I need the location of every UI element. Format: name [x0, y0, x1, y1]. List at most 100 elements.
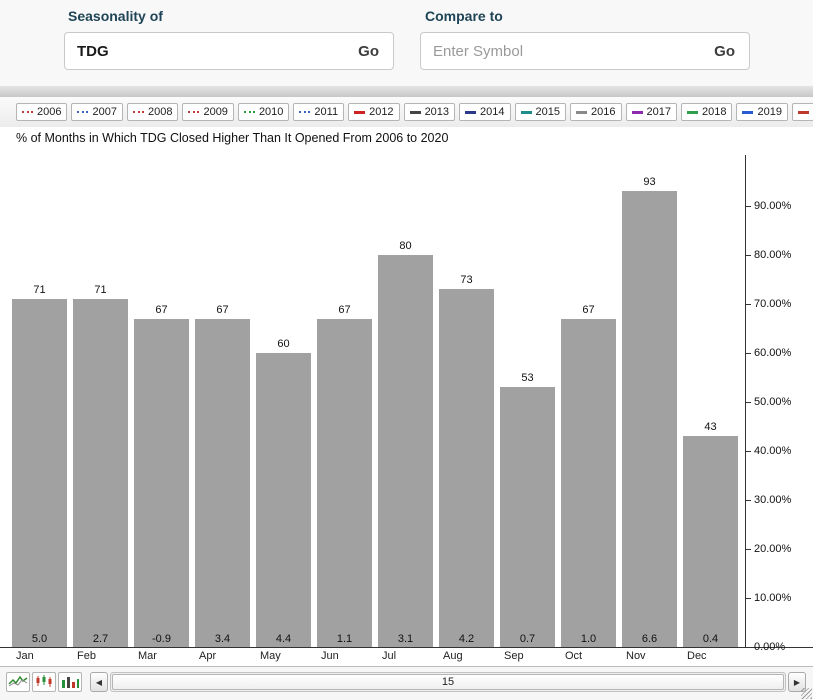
y-axis-label: 0.00% [754, 641, 785, 653]
scroll-left-button[interactable]: ◀ [90, 672, 108, 692]
legend-year-label: 2010 [259, 106, 283, 118]
bar-value-label: 71 [12, 284, 67, 296]
avg-change-label: 4.2 [439, 633, 494, 645]
solid-line-marker-icon [354, 111, 365, 114]
dotted-line-marker-icon [188, 111, 199, 113]
solid-line-marker-icon [742, 111, 753, 114]
bar-value-label: 67 [195, 304, 250, 316]
header-divider [0, 86, 813, 97]
bar-value-label: 80 [378, 240, 433, 252]
y-axis-label: 30.00% [754, 494, 791, 506]
line-chart-icon [8, 674, 28, 691]
resize-grip-icon[interactable] [801, 688, 812, 699]
bar-nov [622, 191, 677, 647]
bar-value-label: 60 [256, 338, 311, 350]
bar-may [256, 353, 311, 647]
chart-style-line-button[interactable] [6, 672, 30, 692]
right-arrow-icon: ▶ [794, 678, 800, 687]
solid-line-marker-icon [687, 111, 698, 114]
bar-value-label: 53 [500, 372, 555, 384]
solid-line-marker-icon [632, 111, 643, 114]
symbol-go-button[interactable]: Go [344, 43, 393, 60]
month-label-oct: Oct [565, 650, 582, 662]
dotted-line-marker-icon [22, 111, 33, 113]
legend-year-2008[interactable]: 2008 [127, 103, 178, 121]
legend-year-label: 2017 [647, 106, 671, 118]
avg-change-label: 1.1 [317, 633, 372, 645]
y-axis-label: 40.00% [754, 445, 791, 457]
avg-change-label: 6.6 [622, 633, 677, 645]
bar-value-label: 73 [439, 274, 494, 286]
solid-line-marker-icon [521, 111, 532, 114]
legend-year-2012[interactable]: 2012 [348, 103, 399, 121]
month-labels: JanFebMarAprMayJunJulAugSepOctNovDec [0, 650, 813, 664]
dotted-line-marker-icon [77, 111, 88, 113]
scroll-thumb[interactable]: 15 [112, 674, 784, 690]
candlestick-chart-icon [34, 674, 54, 691]
avg-change-label: 5.0 [12, 633, 67, 645]
bar-feb [73, 299, 128, 647]
chart-style-candlestick-button[interactable] [32, 672, 56, 692]
month-label-feb: Feb [77, 650, 96, 662]
bar-chart-icon [60, 674, 80, 691]
y-axis-label: 80.00% [754, 249, 791, 261]
bar-apr [195, 319, 250, 647]
legend-year-2018[interactable]: 2018 [681, 103, 732, 121]
bar-jan [12, 299, 67, 647]
scroll-track[interactable]: 15 [110, 672, 786, 692]
legend-year-label: 2007 [92, 106, 116, 118]
legend-year-label: 2019 [757, 106, 781, 118]
bar-jun [317, 319, 372, 647]
dotted-line-marker-icon [133, 111, 144, 113]
legend-year-label: 2014 [480, 106, 504, 118]
legend-year-2009[interactable]: 2009 [182, 103, 233, 121]
avg-change-label: 0.4 [683, 633, 738, 645]
compare-symbol-input[interactable] [421, 43, 700, 60]
chart-style-bar-button[interactable] [58, 672, 82, 692]
legend-year-2015[interactable]: 2015 [515, 103, 566, 121]
legend-year-label: 2015 [536, 106, 560, 118]
y-axis-tick [745, 353, 751, 354]
bar-value-label: 71 [73, 284, 128, 296]
legend-year-label: 2011 [314, 106, 338, 118]
legend-year-2010[interactable]: 2010 [238, 103, 289, 121]
legend-year-2007[interactable]: 2007 [71, 103, 122, 121]
compare-input-group: Go [420, 32, 750, 70]
bar-mar [134, 319, 189, 647]
solid-line-marker-icon [410, 111, 421, 114]
legend-year-label: 2013 [425, 106, 449, 118]
bar-oct [561, 319, 616, 647]
legend-bar: 2006 2007 20082009 2010 2011 2012 2013 2014 2015… [0, 97, 813, 127]
avg-change-label: 4.4 [256, 633, 311, 645]
avg-change-label: 3.4 [195, 633, 250, 645]
legend-year-2017[interactable]: 2017 [626, 103, 677, 121]
month-label-dec: Dec [687, 650, 707, 662]
symbol-input[interactable] [65, 43, 344, 60]
month-label-jun: Jun [321, 650, 339, 662]
y-axis-label: 10.00% [754, 592, 791, 604]
y-axis-tick [745, 647, 751, 648]
legend-year-2011[interactable]: 2011 [293, 103, 344, 121]
month-label-nov: Nov [626, 650, 646, 662]
y-axis-tick [745, 255, 751, 256]
legend-year-2016[interactable]: 2016 [570, 103, 621, 121]
bar-value-label: 93 [622, 176, 677, 188]
legend-year-label: 2016 [591, 106, 615, 118]
legend-year-2006[interactable]: 2006 [16, 103, 67, 121]
compare-go-button[interactable]: Go [700, 43, 749, 60]
legend-year-2013[interactable]: 2013 [404, 103, 455, 121]
solid-line-marker-icon [576, 111, 587, 114]
avg-change-label: -0.9 [134, 633, 189, 645]
month-label-mar: Mar [138, 650, 157, 662]
page: Seasonality of Go Compare to Go 20062007… [0, 0, 813, 700]
bar-dec [683, 436, 738, 647]
month-label-sep: Sep [504, 650, 524, 662]
month-label-aug: Aug [443, 650, 463, 662]
legend-year-2014[interactable]: 2014 [459, 103, 510, 121]
legend-year-2019[interactable]: 2019 [736, 103, 787, 121]
legend-year-2020[interactable]: 2020 [792, 103, 813, 121]
dotted-line-marker-icon [299, 111, 310, 113]
compare-to-label: Compare to [425, 8, 503, 24]
bottom-toolbar: ◀ 15 ▶ [0, 667, 813, 700]
month-label-jul: Jul [382, 650, 396, 662]
